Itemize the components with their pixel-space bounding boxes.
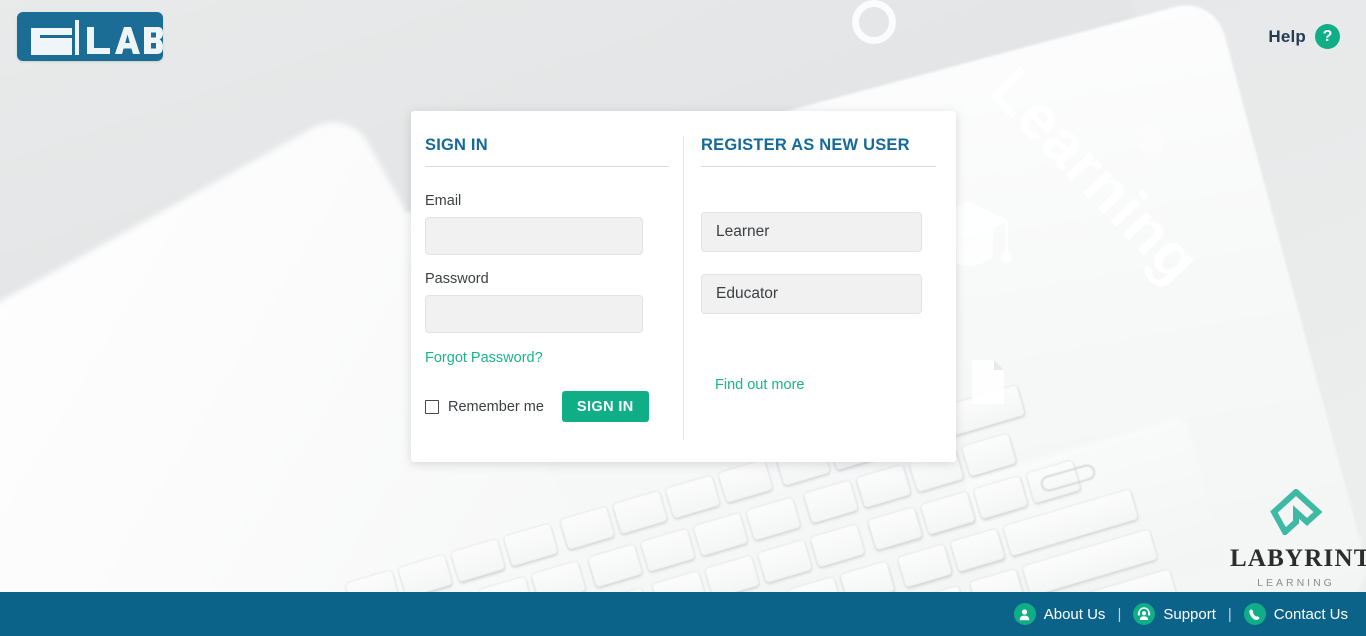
login-page: Learning Help ? SIGN IN Email Password F… [0,0,1366,636]
watermark-circle [852,0,896,44]
educator-button[interactable]: Educator [701,274,922,314]
remember-me-label: Remember me [448,398,544,415]
email-input[interactable] [425,217,643,255]
labyrinth-name: LABYRINTH [1230,545,1366,572]
footer-label-support: Support [1163,605,1216,623]
footer-separator-2: | [1227,605,1232,623]
elab-logo-mark [31,20,163,55]
phone-icon [1243,603,1266,625]
signin-title: SIGN IN [425,136,488,154]
small-graduation-cap-icon [1131,123,1169,154]
password-input[interactable] [425,295,643,333]
email-label: Email [425,193,462,209]
footer-link-about-us[interactable]: About Us [1013,603,1106,625]
footer-link-contact-us[interactable]: Contact Us [1243,603,1348,625]
signin-actions-row: Remember me SIGN IN [425,391,669,422]
labyrinth-mark-icon [1270,487,1323,537]
footer-label-contact-us: Contact Us [1273,605,1348,623]
forgot-password-link[interactable]: Forgot Password? [425,350,543,366]
person-icon [1013,603,1036,625]
register-pane: REGISTER AS NEW USER Learner Educator Fi… [683,136,956,440]
elab-logo[interactable] [17,12,163,61]
footer-bar: About Us | Support | Contact Us [0,592,1366,636]
footer-link-support[interactable]: Support [1133,603,1216,625]
document-icon [972,360,1004,404]
help-label: Help [1268,26,1306,46]
help-question-icon[interactable]: ? [1315,24,1340,49]
footer-label-about-us: About Us [1043,605,1106,623]
labyrinth-subtitle: LEARNING [1257,577,1335,589]
person-headset-icon [1133,603,1156,625]
remember-me-checkbox[interactable] [425,399,439,414]
login-card: SIGN IN Email Password Forgot Password? … [411,111,956,462]
register-divider [701,166,936,167]
sign-in-button[interactable]: SIGN IN [561,391,649,422]
labyrinth-learning-logo: LABYRINTH LEARNING [1230,487,1366,589]
register-title: REGISTER AS NEW USER [701,136,910,154]
learner-button[interactable]: Learner [701,212,922,252]
find-out-more-link[interactable]: Find out more [715,377,804,393]
signin-divider [425,166,669,167]
help-button[interactable]: Help ? [1268,24,1340,49]
signin-pane: SIGN IN Email Password Forgot Password? … [411,111,683,462]
password-label: Password [425,271,489,287]
footer-separator-1: | [1117,605,1122,623]
